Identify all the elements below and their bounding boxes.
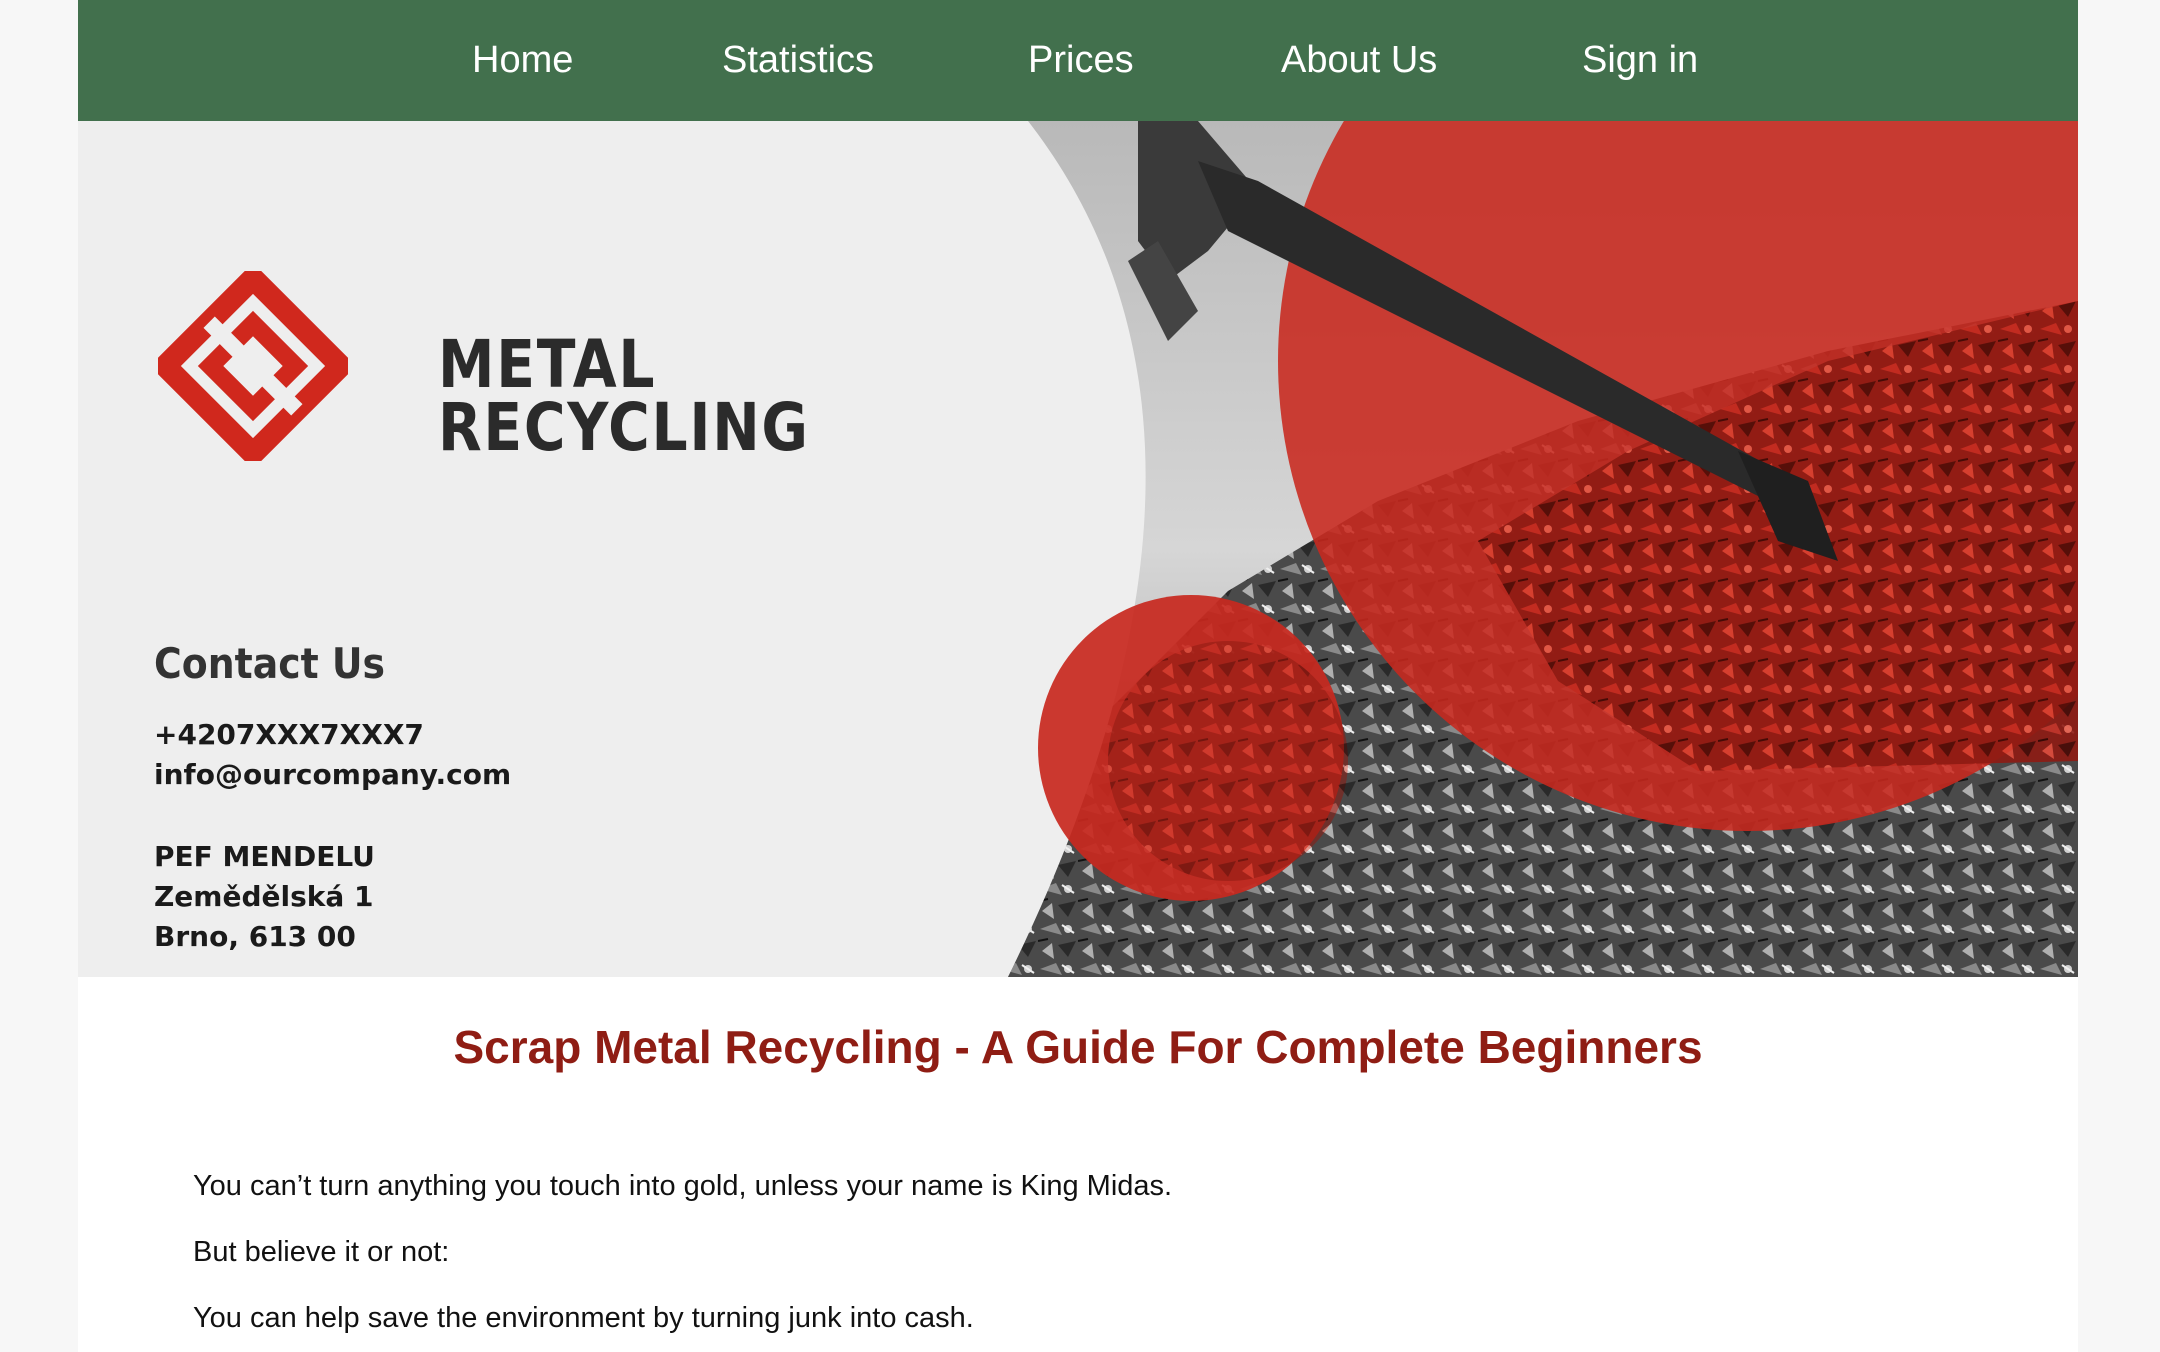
hero-banner: METAL RECYCLING Contact Us +4207XXX7XXX7… — [78, 121, 2078, 977]
excavator-scrap-photo — [1008, 121, 2078, 977]
nav-home-link[interactable]: Home — [472, 0, 573, 121]
nav-sign-in-link[interactable]: Sign in — [1582, 0, 1698, 121]
nav-prices-link[interactable]: Prices — [1028, 0, 1134, 121]
article-paragraph-3: You can help save the environment by tur… — [193, 1302, 974, 1334]
nav-statistics-link[interactable]: Statistics — [722, 0, 874, 121]
address-line-1: PEF MENDELU — [154, 840, 375, 873]
contact-phone: +4207XXX7XXX7 — [154, 718, 424, 751]
article-paragraph-2: But believe it or not: — [193, 1236, 450, 1268]
article-title: Scrap Metal Recycling - A Guide For Comp… — [453, 1021, 1703, 1073]
article-paragraph-1: You can’t turn anything you touch into g… — [193, 1170, 1173, 1202]
address-line-3: Brno, 613 00 — [154, 920, 356, 953]
contact-us-heading: Contact Us — [154, 639, 386, 688]
logo-text-recycling: RECYCLING — [438, 389, 810, 466]
contact-email: info@ourcompany.com — [154, 758, 512, 791]
top-navigation-bar: Home Statistics Prices About Us Sign in — [78, 0, 2078, 121]
nav-about-us-link[interactable]: About Us — [1281, 0, 1437, 121]
recycling-diamond-logo-icon — [158, 271, 348, 461]
address-line-2: Zemědělská 1 — [154, 880, 374, 913]
page: Home Statistics Prices About Us Sign in — [78, 0, 2078, 1352]
